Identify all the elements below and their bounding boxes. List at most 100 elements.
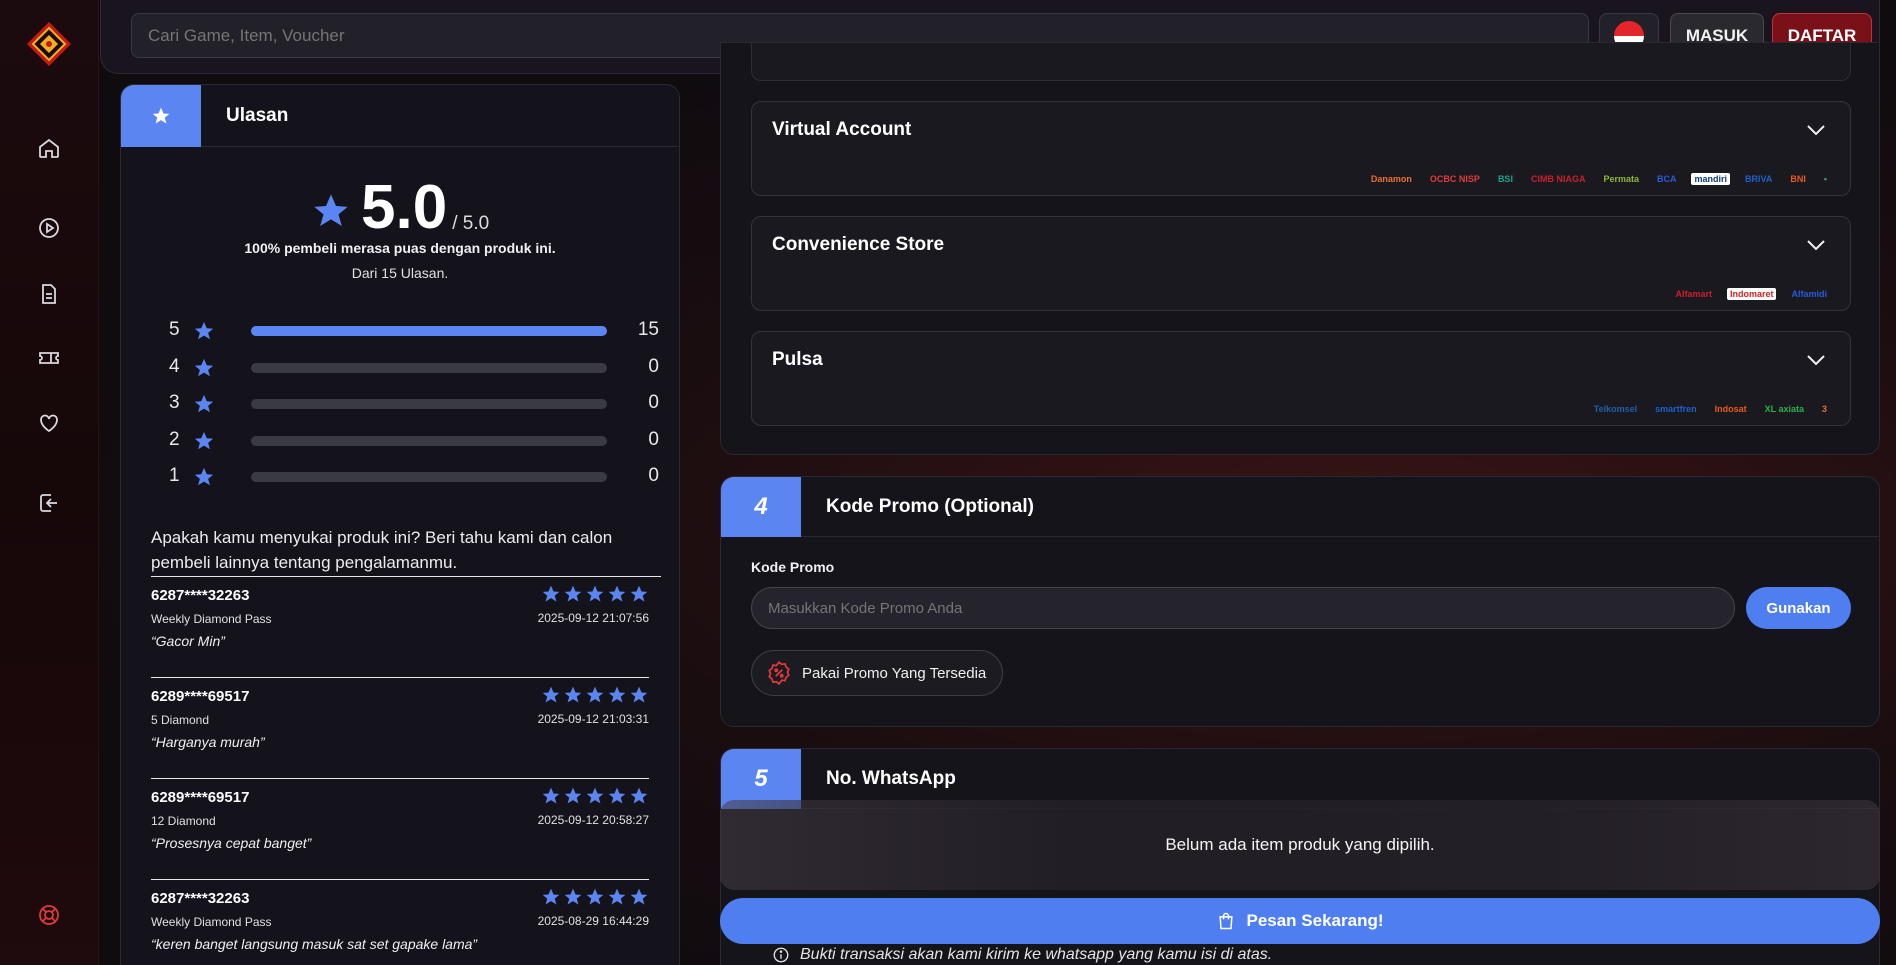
- review-date: 2025-09-12 21:07:56: [537, 611, 649, 625]
- rating-stars-label: 1: [169, 465, 180, 486]
- review-product: 12 Diamond: [151, 814, 216, 828]
- star-icon: [542, 787, 560, 804]
- logout-icon[interactable]: [34, 488, 64, 518]
- rating-stars-label: 2: [169, 428, 180, 450]
- star-icon: [630, 888, 648, 905]
- payment-logo: Danamon: [1370, 174, 1412, 184]
- payment-logo: XL axiata: [1764, 404, 1804, 414]
- rating-stars-label: 3: [169, 392, 180, 413]
- reviews-header: Ulasan: [121, 85, 679, 147]
- home-icon[interactable]: [34, 133, 64, 163]
- star-icon: [314, 194, 348, 226]
- review-stars: [541, 584, 649, 604]
- promo-label: Kode Promo: [751, 559, 835, 575]
- review-count: Dari 15 Ulasan.: [351, 265, 449, 281]
- chevron-down-icon[interactable]: [1804, 348, 1828, 377]
- star-icon: [608, 787, 626, 804]
- rating-row: 4 0: [169, 356, 659, 378]
- reviewer-name: 6289****69517: [151, 789, 250, 806]
- star-icon: [608, 686, 626, 703]
- star-icon: [630, 686, 648, 703]
- star-icon: [586, 686, 604, 703]
- discount-tag-icon: [768, 660, 790, 686]
- payment-logo: 3: [1821, 404, 1827, 414]
- rating-count: 0: [648, 428, 659, 450]
- rating-bar: [251, 362, 607, 373]
- payment-logo: BCA: [1656, 174, 1677, 184]
- payment-logo: Permata: [1603, 174, 1639, 184]
- review-quote: “Harganya murah”: [151, 734, 265, 750]
- payment-logo: BNI: [1790, 174, 1806, 184]
- payment-method-virtual-account[interactable]: Virtual Account Danamon OCBC NISP BSI CIMB …: [751, 101, 1851, 196]
- star-icon: [630, 787, 648, 804]
- apply-promo-button[interactable]: Gunakan: [1746, 587, 1851, 629]
- review-stars: [541, 887, 649, 907]
- review-item: 6289****69517 5 Diamond 2025-09-12 21:03…: [151, 683, 649, 779]
- rating-bar-fill: [251, 326, 607, 336]
- star-icon: [542, 686, 560, 703]
- order-now-label: Pesan Sekarang!: [1246, 911, 1384, 930]
- rating-bar: [251, 399, 607, 409]
- payment-method-name: Virtual Account: [772, 119, 912, 140]
- rating-bar: [251, 435, 607, 446]
- score-value: 5.0: [361, 173, 448, 242]
- star-icon: [194, 467, 214, 486]
- chevron-down-icon[interactable]: [1804, 233, 1828, 262]
- heart-icon[interactable]: [34, 408, 64, 438]
- payment-logo: •: [1823, 174, 1827, 184]
- available-promo-label: Pakai Promo Yang Tersedia: [802, 664, 987, 682]
- star-icon: [152, 107, 170, 124]
- info-icon: [773, 947, 789, 963]
- star-icon: [194, 394, 214, 413]
- star-icon: [564, 686, 582, 703]
- payment-method-name: Pulsa: [772, 349, 823, 370]
- payment-method-collapsed[interactable]: [751, 43, 1851, 81]
- payment-logos: Telkomsel smartfren Indosat XL axiata 3: [1591, 403, 1830, 415]
- satisfaction-text: 100% pembeli merasa puas dengan produk i…: [244, 240, 556, 256]
- promo-code-input[interactable]: [751, 587, 1735, 629]
- review-date: 2025-09-12 21:03:31: [537, 712, 649, 726]
- payment-method-convenience-store[interactable]: Convenience Store Alfamart Indomaret Alfam…: [751, 216, 1851, 311]
- play-circle-icon[interactable]: [34, 213, 64, 243]
- rating-count: 15: [637, 319, 659, 340]
- rating-row: 2 0: [169, 429, 659, 451]
- payment-methods-panel: Virtual Account Danamon OCBC NISP BSI CIMB …: [720, 42, 1880, 455]
- payment-logo: mandiri: [1691, 173, 1730, 185]
- promo-header: 4 Kode Promo (Optional): [721, 477, 1879, 537]
- review-stars: [541, 786, 649, 806]
- review-quote: “keren banget langsung masuk sat set gap…: [151, 936, 478, 952]
- review-product: Weekly Diamond Pass: [151, 915, 272, 929]
- star-icon: [608, 585, 626, 602]
- document-icon[interactable]: [34, 279, 64, 309]
- whatsapp-title: No. WhatsApp: [826, 768, 956, 789]
- order-now-button[interactable]: Pesan Sekarang!: [720, 898, 1880, 944]
- review-quote: “Prosesnya cepat banget”: [151, 835, 312, 851]
- review-product: 5 Diamond: [151, 713, 210, 727]
- payment-logo: BSI: [1497, 174, 1513, 184]
- sidebar: [0, 0, 99, 965]
- ticket-icon[interactable]: [34, 343, 64, 373]
- payment-logos: Danamon OCBC NISP BSI CIMB NIAGA Permata BCA m…: [1368, 173, 1830, 185]
- transaction-note: Bukti transaksi akan kami kirim ke whats…: [772, 946, 1272, 964]
- star-icon: [630, 585, 648, 602]
- payment-logo: Alfamart: [1675, 289, 1712, 299]
- review-product: Weekly Diamond Pass: [151, 612, 272, 626]
- empty-selection-message: Belum ada item produk yang dipilih.: [720, 800, 1880, 890]
- star-icon: [586, 585, 604, 602]
- rating-bar: [251, 326, 607, 336]
- star-icon: [194, 431, 214, 449]
- payment-logo: Telkomsel: [1593, 404, 1638, 414]
- transaction-note-text: Bukti transaksi akan kami kirim ke whats…: [800, 946, 1273, 963]
- available-promo-button[interactable]: Pakai Promo Yang Tersedia: [751, 650, 1003, 696]
- shopping-bag-icon: [1219, 912, 1234, 930]
- promo-card: 4 Kode Promo (Optional) Kode Promo Gunak…: [720, 476, 1880, 727]
- payment-logo: Indomaret: [1726, 288, 1777, 300]
- payment-logo: BRIVA: [1745, 174, 1773, 184]
- payment-method-pulsa[interactable]: Pulsa Telkomsel smartfren Indosat XL axiata…: [751, 331, 1851, 426]
- lifebuoy-icon[interactable]: [34, 900, 64, 930]
- review-prompt: Apakah kamu menyukai produk ini? Beri ta…: [151, 525, 661, 577]
- star-icon: [586, 888, 604, 905]
- chevron-down-icon[interactable]: [1804, 118, 1828, 147]
- promo-title: Kode Promo (Optional): [826, 496, 1034, 517]
- site-logo[interactable]: [25, 20, 73, 68]
